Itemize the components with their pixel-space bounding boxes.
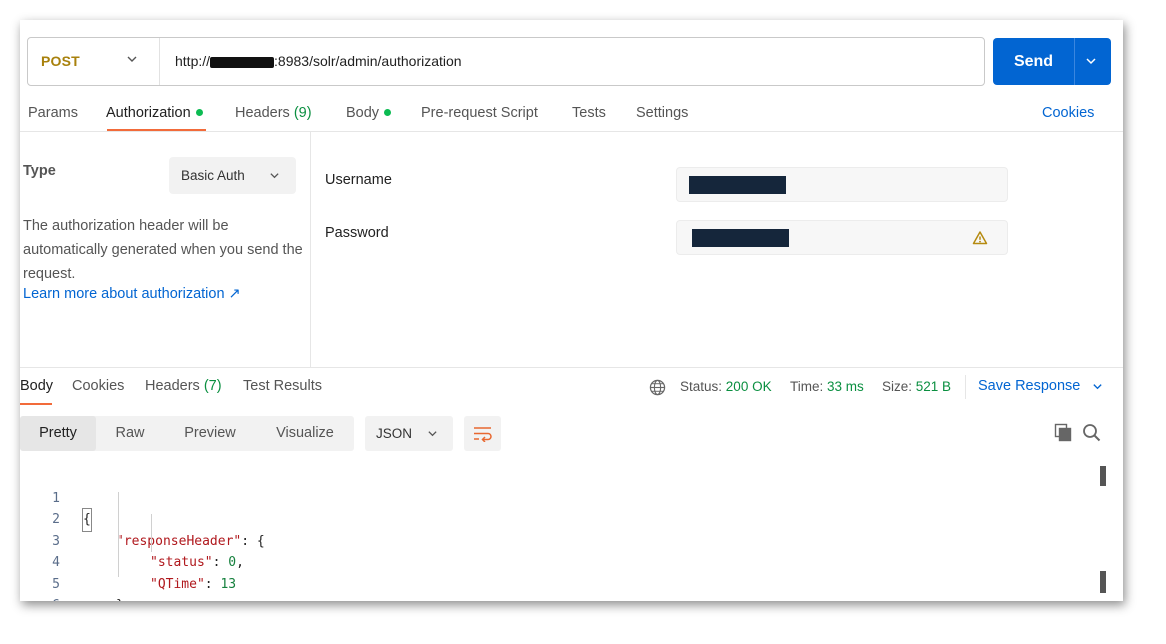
- code-line: 5 }: [20, 552, 124, 602]
- scrollbar-thumb-top[interactable]: [1100, 466, 1106, 486]
- json-punct: : {: [241, 533, 265, 549]
- response-tab-body[interactable]: Body: [20, 378, 53, 394]
- password-field[interactable]: [676, 220, 1008, 255]
- response-time: Time: 33 ms: [790, 379, 864, 394]
- cookies-link[interactable]: Cookies: [1042, 105, 1094, 121]
- method-select[interactable]: POST: [28, 38, 160, 85]
- chevron-down-icon: [428, 431, 437, 437]
- time-label: Time:: [790, 379, 824, 394]
- response-size: Size: 521 B: [882, 379, 951, 394]
- password-label: Password: [325, 225, 389, 241]
- indent-guide: [118, 492, 119, 577]
- learn-more-link[interactable]: Learn more about authorization ↗: [23, 286, 241, 302]
- auth-panel-divider: [310, 132, 311, 367]
- json-key: "responseHeader": [116, 533, 242, 549]
- active-indicator-dot: [195, 108, 203, 116]
- username-label: Username: [325, 172, 392, 188]
- view-visualize[interactable]: Visualize: [256, 416, 354, 451]
- response-tab-cookies[interactable]: Cookies: [72, 378, 124, 394]
- send-button[interactable]: Send: [993, 38, 1111, 85]
- url-prefix: http://: [175, 53, 211, 69]
- url-input[interactable]: http:// :8983/solr/admin/authorization: [175, 53, 462, 69]
- active-indicator-dot: [384, 108, 392, 116]
- globe-icon[interactable]: [649, 379, 666, 396]
- status-label: Status:: [680, 379, 723, 394]
- active-tab-underline: [20, 403, 52, 405]
- tab-tests[interactable]: Tests: [572, 105, 606, 121]
- auth-type-label: Type: [23, 163, 56, 179]
- tab-label: Authorization: [106, 105, 191, 121]
- meta-separator: [965, 375, 966, 399]
- code-line: 6 }: [20, 574, 67, 601]
- response-headers-count: (7): [203, 378, 222, 394]
- size-label: Size:: [882, 379, 913, 394]
- redacted-host: [210, 56, 275, 68]
- response-tab-headers[interactable]: Headers (7): [145, 378, 222, 394]
- code-text: "QTime": 13: [150, 576, 237, 592]
- view-mode-segmented-control: Pretty Raw Preview Visualize: [20, 416, 354, 451]
- request-url-bar: POST http:// :8983/solr/admin/authorizati…: [27, 37, 985, 86]
- wrap-lines-icon: [474, 427, 492, 442]
- warning-icon: [972, 231, 988, 245]
- url-suffix: :8983/solr/admin/authorization: [274, 53, 462, 69]
- username-field[interactable]: [676, 167, 1008, 202]
- code-text: "status": 0,: [150, 555, 244, 570]
- json-key: "QTime": [150, 576, 205, 592]
- json-value: 0: [228, 555, 237, 570]
- search-icon[interactable]: [1082, 423, 1101, 442]
- save-response-button[interactable]: Save Response: [978, 378, 1080, 394]
- chevron-down-icon[interactable]: [1085, 55, 1097, 67]
- time-value: 33 ms: [827, 379, 864, 394]
- send-divider: [1074, 38, 1075, 85]
- status-value: 200 OK: [725, 379, 772, 394]
- tab-label: Headers: [145, 378, 200, 394]
- tab-label: Headers: [235, 105, 290, 121]
- tab-authorization[interactable]: Authorization: [106, 105, 203, 121]
- response-divider: [20, 367, 1123, 368]
- size-value: 521 B: [915, 379, 952, 394]
- indent-guide: [151, 514, 152, 552]
- format-value: JSON: [376, 426, 413, 441]
- tab-settings[interactable]: Settings: [636, 105, 688, 121]
- tab-headers[interactable]: Headers (9): [235, 105, 312, 121]
- tab-body[interactable]: Body: [346, 105, 392, 121]
- auth-type-select[interactable]: Basic Auth: [169, 157, 296, 194]
- redacted-password: [692, 229, 789, 247]
- response-tab-test-results[interactable]: Test Results: [243, 378, 322, 394]
- headers-count: (9): [293, 105, 312, 121]
- wrap-lines-button[interactable]: [464, 416, 501, 451]
- code-line: 4 "QTime": 13: [20, 531, 236, 592]
- code-text: {: [82, 508, 92, 532]
- scrollbar-thumb-bottom[interactable]: [1100, 571, 1106, 593]
- tab-params[interactable]: Params: [28, 105, 78, 121]
- view-pretty[interactable]: Pretty: [20, 416, 96, 451]
- json-key: "status": [150, 555, 213, 570]
- line-number: 6: [20, 595, 60, 601]
- format-select[interactable]: JSON: [365, 416, 453, 451]
- copy-icon[interactable]: [1054, 423, 1072, 442]
- chevron-down-icon: [127, 56, 137, 62]
- tab-label: Body: [346, 105, 380, 121]
- tabs-divider: [20, 131, 1123, 132]
- code-text: "responseHeader": {: [116, 531, 265, 553]
- send-label: Send: [1013, 53, 1054, 70]
- chevron-down-icon: [270, 173, 279, 179]
- auth-type-value: Basic Auth: [181, 168, 245, 183]
- json-value: 13: [220, 576, 237, 592]
- view-raw[interactable]: Raw: [96, 416, 164, 451]
- code-line: 3 "status": 0,: [20, 509, 244, 571]
- response-status: Status: 200 OK: [680, 379, 772, 394]
- method-label: POST: [41, 53, 80, 69]
- code-text: }: [116, 595, 124, 601]
- postman-window: POST http:// :8983/solr/admin/authorizati…: [20, 20, 1123, 601]
- chevron-down-icon[interactable]: [1092, 381, 1103, 392]
- code-line: 2 "responseHeader": {: [20, 488, 265, 549]
- redacted-username: [689, 176, 786, 194]
- tab-prerequest-script[interactable]: Pre-request Script: [421, 105, 538, 121]
- view-preview[interactable]: Preview: [164, 416, 256, 451]
- code-line: 1 {: [20, 466, 92, 532]
- auth-description: The authorization header will be automat…: [23, 218, 303, 282]
